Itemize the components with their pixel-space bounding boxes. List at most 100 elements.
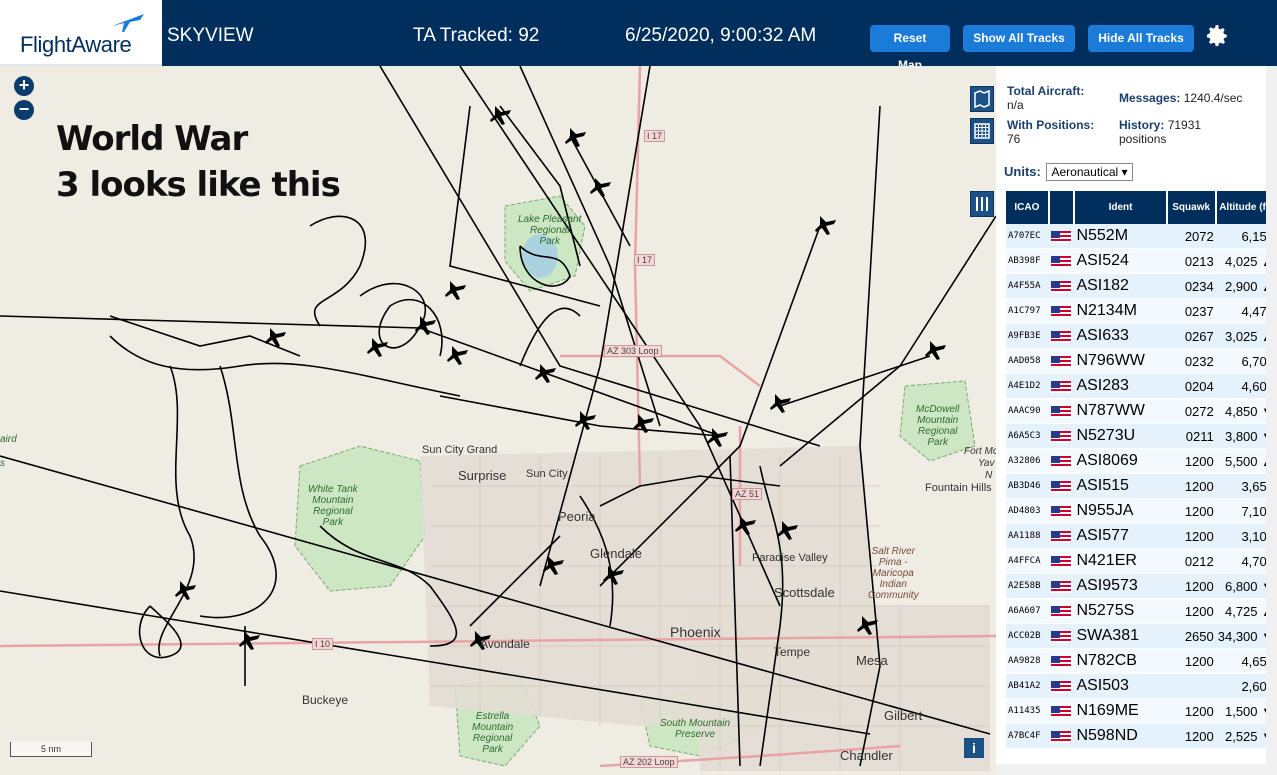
table-row[interactable]: A2E58B ASI9573 1200 6,800 ▼ [1006, 573, 1276, 599]
info-button[interactable]: i [964, 738, 984, 758]
cell-squawk: 0212 [1166, 548, 1216, 574]
cell-flag [1048, 623, 1075, 649]
cell-flag [1048, 648, 1075, 674]
cell-icao: A4F55A [1006, 273, 1049, 299]
table-row[interactable]: AAAC90 N787WW 0272 4,850 ▼ [1006, 398, 1276, 424]
us-flag-icon [1050, 581, 1071, 594]
cell-ident: N955JA [1074, 498, 1167, 524]
cell-ident: ASI9573 [1074, 573, 1167, 599]
table-row[interactable]: A4FFCA N421ER 0212 4,700 [1006, 548, 1276, 574]
us-flag-icon [1050, 356, 1071, 369]
reset-map-button[interactable]: Reset Map [870, 25, 950, 72]
label-yav: Yav [978, 458, 995, 469]
us-flag-icon [1050, 306, 1071, 319]
col-squawk[interactable]: Squawk [1166, 191, 1217, 224]
zoom-in-button[interactable]: + [14, 76, 34, 96]
us-flag-icon [1050, 381, 1071, 394]
label-buckeye: Buckeye [302, 693, 349, 707]
label-gilbert: Gilbert [884, 708, 923, 723]
table-row[interactable]: A4F55A ASI182 0234 2,900 ▲ [1006, 273, 1276, 299]
messages-stat: Messages: 1240.4/sec [1119, 91, 1242, 105]
with-positions-stat: With Positions: 76 [1007, 118, 1094, 146]
vertical-scrollbar[interactable] [1266, 66, 1277, 775]
road-i17-north: I 17 [644, 130, 666, 142]
label-aird: aird [0, 434, 17, 445]
cell-flag [1048, 224, 1075, 249]
columns-icon[interactable] [970, 191, 994, 217]
us-flag-icon [1050, 681, 1071, 694]
us-flag-icon [1050, 656, 1071, 669]
table-row[interactable]: AA1188 ASI577 1200 3,100 [1006, 523, 1276, 549]
table-row[interactable]: AD4803 N955JA 1200 7,100 [1006, 498, 1276, 524]
label-avondale: Avondale [480, 637, 530, 651]
us-flag-icon [1050, 256, 1071, 269]
table-row[interactable]: A9FB3E ASI633 0267 3,025 ▲ [1006, 323, 1276, 349]
cell-flag [1048, 598, 1075, 624]
table-row[interactable]: A4E1D2 ASI283 0204 4,600 [1006, 373, 1276, 399]
cell-flag [1048, 273, 1075, 299]
cell-icao: AB3D46 [1006, 473, 1049, 499]
col-flag[interactable] [1048, 191, 1076, 224]
cell-icao: A6A5C3 [1006, 423, 1049, 449]
cell-squawk: 0267 [1166, 323, 1216, 349]
units-control: Units: Aeronautical ▾ [1004, 163, 1133, 181]
table-row[interactable]: AB41A2 ASI503 2,600 [1006, 673, 1276, 699]
table-row[interactable]: AAD058 N796WW 0232 6,700 [1006, 348, 1276, 374]
table-row[interactable]: A11435 N169ME 1200 1,500 ▼ [1006, 698, 1276, 724]
cell-squawk: 1200 [1166, 523, 1216, 549]
cell-ident: ASI8069 [1074, 448, 1167, 474]
table-row[interactable]: A32806 ASI8069 1200 5,500 ▲ [1006, 448, 1276, 474]
col-icao[interactable]: ICAO [1006, 191, 1050, 224]
total-aircraft-value: n/a [1007, 98, 1024, 112]
map-layers-icon[interactable] [970, 86, 994, 112]
annotation-line-2: 3 looks like this [56, 165, 341, 205]
cell-icao: AB398F [1006, 248, 1049, 274]
cell-ident: ASI524 [1074, 248, 1167, 274]
cell-ident: N421ER [1074, 548, 1167, 574]
cell-ident: N796WW [1074, 348, 1167, 374]
flightaware-logo[interactable]: FlightAware [0, 0, 162, 66]
cell-icao: A11435 [1006, 698, 1049, 724]
tracked-count: TA Tracked: 92 [413, 25, 540, 46]
table-row[interactable]: A7BC4F N598ND 1200 2,525 ▼ [1006, 723, 1276, 749]
units-select[interactable]: Aeronautical ▾ [1046, 163, 1133, 181]
zoom-out-button[interactable]: − [14, 100, 34, 120]
brand-name: FlightAware [20, 32, 132, 57]
horizontal-scrollbar[interactable] [996, 764, 1266, 775]
with-positions-label: With Positions: [1007, 118, 1095, 132]
show-all-tracks-button[interactable]: Show All Tracks [963, 25, 1075, 52]
gear-icon[interactable] [1204, 23, 1230, 49]
cell-flag [1048, 573, 1075, 599]
table-row[interactable]: A1C797 N2134M 0237 4,475 [1006, 298, 1276, 324]
col-ident[interactable]: Ident [1074, 191, 1168, 224]
table-row[interactable]: AB398F ASI524 0213 4,025 ▲ [1006, 248, 1276, 274]
label-n: N [985, 470, 993, 481]
table-row[interactable]: A6A5C3 N5273U 0211 3,800 ▼ [1006, 423, 1276, 449]
cell-squawk: 0234 [1166, 273, 1216, 299]
cell-squawk: 0237 [1166, 298, 1216, 324]
table-row[interactable]: ACC02B SWA381 2650 34,300 ▼ [1006, 623, 1276, 649]
table-row[interactable]: AB3D46 ASI515 1200 3,650 [1006, 473, 1276, 499]
label-scottsdale: Scottsdale [774, 585, 835, 600]
grid-icon[interactable] [970, 118, 994, 144]
total-aircraft-stat: Total Aircraft: n/a [1007, 84, 1084, 112]
cell-icao: AAD058 [1006, 348, 1049, 374]
cell-icao: A4FFCA [1006, 548, 1049, 574]
cell-squawk: 1200 [1166, 648, 1216, 674]
us-flag-icon [1050, 556, 1071, 569]
cell-flag [1048, 673, 1075, 699]
cell-ident: N2134M [1074, 298, 1167, 324]
label-glendale: Glendale [590, 546, 643, 561]
road-az51: AZ 51 [732, 488, 763, 500]
with-positions-value: 76 [1007, 132, 1021, 146]
table-row[interactable]: A707EC N552M 2072 6,150 [1006, 224, 1276, 249]
cell-icao: A2E58B [1006, 573, 1049, 599]
cell-squawk: 2650 [1166, 623, 1216, 649]
table-row[interactable]: AA9828 N782CB 1200 4,650 [1006, 648, 1276, 674]
map-view[interactable]: World War 3 looks like this + − Sun City… [0, 66, 996, 775]
hide-all-tracks-button[interactable]: Hide All Tracks [1088, 25, 1194, 52]
cell-squawk: 0213 [1166, 248, 1216, 274]
park-white-tank: White Tank Mountain Regional Park [308, 484, 358, 528]
cell-ident: ASI283 [1074, 373, 1167, 399]
table-row[interactable]: A6A607 N5275S 1200 4,725 ▲ [1006, 598, 1276, 624]
